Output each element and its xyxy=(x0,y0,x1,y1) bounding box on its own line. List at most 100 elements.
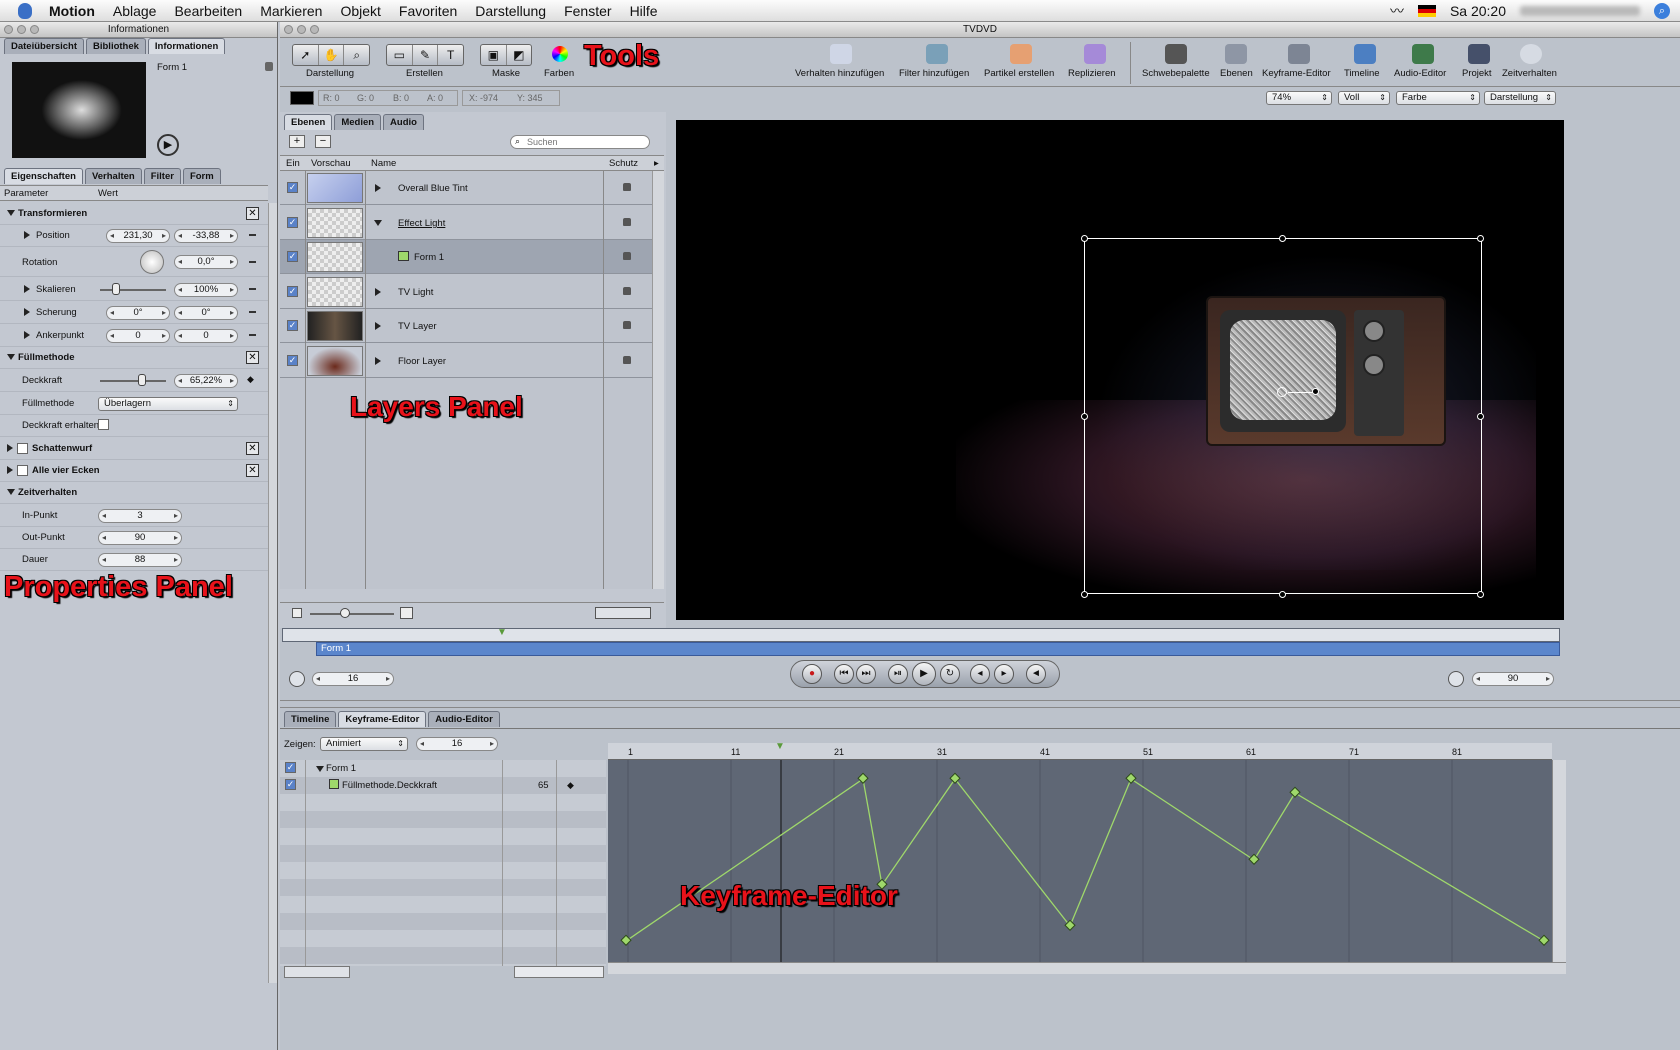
layer-row-floor-layer[interactable]: Floor Layer xyxy=(280,344,652,378)
transform-handle[interactable] xyxy=(1477,591,1484,598)
btn-verhalten-hinzufuegen[interactable]: Verhalten hinzufügen xyxy=(795,68,884,79)
param-checkbox[interactable] xyxy=(285,779,296,790)
panel-splitter[interactable] xyxy=(280,700,1680,708)
opacity-field[interactable]: 65,22% xyxy=(174,374,238,388)
in-point-field[interactable]: 3 xyxy=(98,509,182,523)
layer-visibility-checkbox[interactable] xyxy=(287,251,298,262)
mini-timeline[interactable]: ▼ xyxy=(282,628,1560,642)
lock-icon[interactable] xyxy=(623,183,631,191)
add-filter-icon[interactable] xyxy=(926,44,948,64)
mini-timeline-bar[interactable]: Form 1 xyxy=(316,642,1560,656)
section-transform[interactable]: Transformieren ✕ xyxy=(0,203,268,225)
canvas-viewer[interactable] xyxy=(676,120,1564,620)
menu-hilfe[interactable]: Hilfe xyxy=(621,3,667,19)
tab-timeline[interactable]: Timeline xyxy=(284,711,337,727)
keyframe-editor-icon[interactable] xyxy=(1288,44,1310,64)
playhead-icon[interactable]: ▼ xyxy=(497,628,507,638)
rectangle-tool-icon[interactable]: ▭ xyxy=(387,45,413,65)
menu-app[interactable]: Motion xyxy=(40,3,104,19)
hud-icon[interactable] xyxy=(1165,44,1187,64)
shadow-checkbox[interactable] xyxy=(17,443,28,454)
rotation-dial[interactable] xyxy=(140,250,164,274)
particle-icon[interactable] xyxy=(1010,44,1032,64)
remove-layer-button[interactable]: − xyxy=(315,135,331,148)
reset-icon[interactable]: ✕ xyxy=(246,207,259,220)
play-button[interactable]: ▶ xyxy=(912,662,936,686)
selection-bounding-box[interactable] xyxy=(1084,238,1482,594)
apple-icon[interactable] xyxy=(18,2,32,19)
reset-icon[interactable]: ✕ xyxy=(246,351,259,364)
column-name[interactable]: Name xyxy=(371,158,396,169)
small-thumbnail-icon[interactable] xyxy=(292,608,302,618)
close-icon[interactable] xyxy=(284,25,293,34)
transform-handle[interactable] xyxy=(1081,235,1088,242)
btn-filter-hinzufuegen[interactable]: Filter hinzufügen xyxy=(899,68,969,79)
zoom-tool-icon[interactable]: ⌕ xyxy=(344,45,369,65)
section-corners[interactable]: Alle vier Ecken ✕ xyxy=(0,460,268,482)
menu-ablage[interactable]: Ablage xyxy=(104,3,166,19)
position-y-field[interactable]: -33,88 xyxy=(174,229,238,243)
colors-icon[interactable] xyxy=(552,46,568,62)
end-frame-field[interactable]: 90 xyxy=(1472,672,1554,686)
layer-row-effect-light[interactable]: Effect Light xyxy=(280,206,652,240)
loop-button[interactable]: ↻ xyxy=(940,664,960,684)
anchor-point-icon[interactable] xyxy=(1277,387,1287,397)
mask-bezier-icon[interactable]: ◩ xyxy=(507,45,532,65)
btn-ebenen[interactable]: Ebenen xyxy=(1220,68,1253,79)
blendmode-popup[interactable]: Überlagern xyxy=(98,397,238,411)
scale-slider-knob[interactable] xyxy=(112,283,120,295)
menu-fenster[interactable]: Fenster xyxy=(555,3,620,19)
large-thumbnail-icon[interactable] xyxy=(400,607,413,619)
current-frame-field[interactable]: 16 xyxy=(312,672,394,686)
tab-filter[interactable]: Filter xyxy=(143,168,181,184)
layer-visibility-checkbox[interactable] xyxy=(287,182,298,193)
tab-medien[interactable]: Medien xyxy=(334,114,382,130)
add-layer-button[interactable]: + xyxy=(289,135,305,148)
tab-eigenschaften[interactable]: Eigenschaften xyxy=(4,168,83,184)
btn-projekt[interactable]: Projekt xyxy=(1462,68,1492,79)
view-popup[interactable]: Darstellung xyxy=(1484,91,1556,105)
channels-popup[interactable]: Farbe xyxy=(1396,91,1480,105)
lock-icon[interactable] xyxy=(265,62,273,71)
rotation-handle[interactable] xyxy=(1312,388,1319,395)
section-timing[interactable]: Zeitverhalten xyxy=(0,482,268,504)
hand-tool-icon[interactable]: ✋ xyxy=(319,45,345,65)
column-vorschau[interactable]: Vorschau xyxy=(311,158,351,169)
add-behavior-icon[interactable] xyxy=(830,44,852,64)
opacity-slider-knob[interactable] xyxy=(138,374,146,386)
column-ein[interactable]: Ein xyxy=(286,158,300,169)
tab-audio-editor[interactable]: Audio-Editor xyxy=(428,711,500,727)
layer-visibility-checkbox[interactable] xyxy=(287,355,298,366)
keyframe-list-zoom[interactable] xyxy=(514,966,604,978)
playhead-icon[interactable]: ▼ xyxy=(775,741,785,752)
spotlight-icon[interactable]: ⌕ xyxy=(1654,3,1670,19)
layer-search-input[interactable] xyxy=(510,135,650,149)
tab-ebenen[interactable]: Ebenen xyxy=(284,114,333,130)
duration-field[interactable]: 88 xyxy=(98,553,182,567)
menu-favoriten[interactable]: Favoriten xyxy=(390,3,466,19)
btn-audio-editor[interactable]: Audio-Editor xyxy=(1394,68,1446,79)
lock-icon[interactable] xyxy=(623,218,631,226)
keyframe-frame-field[interactable]: 16 xyxy=(416,737,498,751)
column-schutz[interactable]: Schutz xyxy=(609,158,638,169)
scale-field[interactable]: 100% xyxy=(174,283,238,297)
close-icon[interactable] xyxy=(4,25,13,34)
menu-bearbeiten[interactable]: Bearbeiten xyxy=(165,3,251,19)
play-preview-button[interactable]: ▶ xyxy=(157,134,179,156)
resolution-popup[interactable]: Voll xyxy=(1338,91,1390,105)
german-flag-icon[interactable] xyxy=(1417,5,1436,17)
tab-dateiuebersicht[interactable]: Dateiübersicht xyxy=(4,38,84,54)
tab-keyframe-editor[interactable]: Keyframe-Editor xyxy=(338,711,427,727)
show-popup[interactable]: Animiert xyxy=(320,737,408,751)
zoom-icon[interactable] xyxy=(310,25,319,34)
keyframe-param-value[interactable]: 65 xyxy=(538,780,549,791)
keyframe-ruler[interactable]: 1 11 21 31 41 51 61 71 81 ▼ xyxy=(608,741,1552,760)
zoom-icon[interactable] xyxy=(30,25,39,34)
shear-y-field[interactable]: 0° xyxy=(174,306,238,320)
inspector-scrollbar[interactable] xyxy=(268,203,277,983)
previous-frame-button[interactable]: ◂ xyxy=(970,664,990,684)
btn-zeitverhalten[interactable]: Zeitverhalten xyxy=(1502,68,1557,79)
tab-audio[interactable]: Audio xyxy=(383,114,424,130)
layer-options-buttons[interactable] xyxy=(595,607,651,619)
text-tool-icon[interactable]: T xyxy=(438,45,463,65)
